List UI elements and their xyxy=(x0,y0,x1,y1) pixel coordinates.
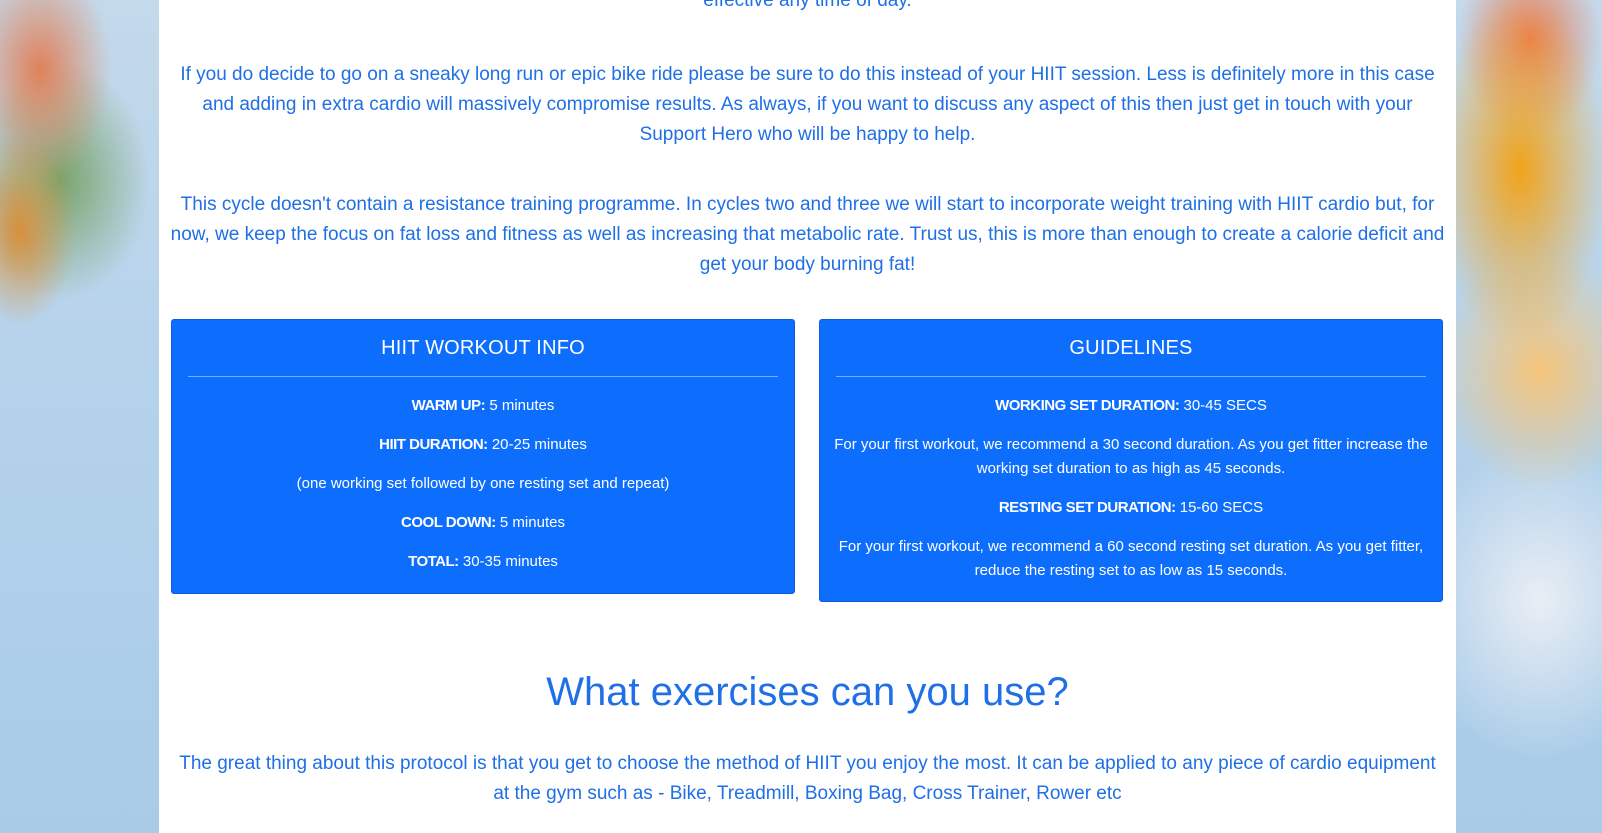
total-label: TOTAL: xyxy=(408,553,459,570)
total-row: TOTAL: 30-35 minutes xyxy=(186,550,780,574)
total-value: 30-35 minutes xyxy=(462,553,558,570)
card-title: HIIT WORKOUT INFO xyxy=(188,336,778,377)
working-set-row: WORKING SET DURATION: 30-45 SECS xyxy=(834,394,1428,418)
intro-paragraph-tail: effective any time of day. xyxy=(703,0,912,11)
resting-set-label: RESTING SET DURATION: xyxy=(998,499,1176,516)
hiit-duration-row: HIIT DURATION: 20-25 minutes xyxy=(186,433,780,457)
paragraph-extra-cardio: If you do decide to go on a sneaky long … xyxy=(180,64,1435,145)
cool-down-label: COOL DOWN: xyxy=(401,514,496,531)
resting-set-value: 15-60 SECS xyxy=(1179,499,1264,516)
hiit-workout-info-card: HIIT WORKOUT INFO WARM UP: 5 minutes HII… xyxy=(171,319,795,594)
exercises-heading: What exercises can you use? xyxy=(546,670,1069,714)
warm-up-value: 5 minutes xyxy=(489,397,555,414)
hiit-note: (one working set followed by one resting… xyxy=(296,475,670,492)
working-set-value: 30-45 SECS xyxy=(1183,397,1267,414)
resting-set-note: For your first workout, we recommend a 6… xyxy=(838,538,1424,579)
main-content: effective any time of day. If you do dec… xyxy=(159,0,1456,833)
cool-down-value: 5 minutes xyxy=(499,514,565,531)
paragraph-resistance-training: This cycle doesn't contain a resistance … xyxy=(170,194,1445,275)
hiit-duration-label: HIIT DURATION: xyxy=(379,436,488,453)
working-set-label: WORKING SET DURATION: xyxy=(995,397,1180,414)
hiit-duration-value: 20-25 minutes xyxy=(491,436,587,453)
guidelines-card: GUIDELINES WORKING SET DURATION: 30-45 S… xyxy=(819,319,1443,602)
warm-up-label: WARM UP: xyxy=(411,397,486,414)
warm-up-row: WARM UP: 5 minutes xyxy=(186,394,780,418)
exercises-paragraph: The great thing about this protocol is t… xyxy=(179,753,1436,804)
working-set-note: For your first workout, we recommend a 3… xyxy=(834,436,1428,477)
card-title: GUIDELINES xyxy=(836,336,1426,377)
cool-down-row: COOL DOWN: 5 minutes xyxy=(186,511,780,535)
resting-set-row: RESTING SET DURATION: 15-60 SECS xyxy=(834,496,1428,520)
